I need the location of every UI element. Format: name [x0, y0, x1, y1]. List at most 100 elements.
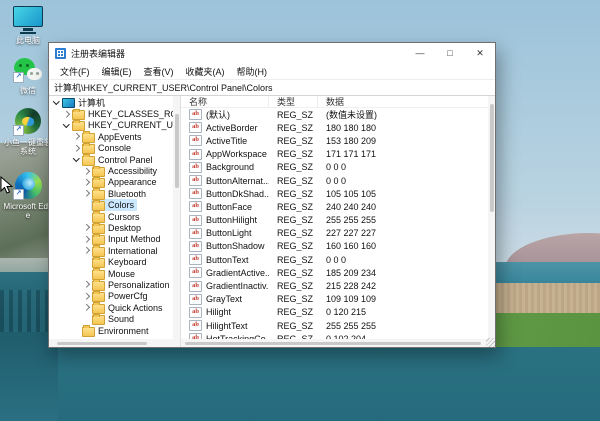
tree-item-label: Appearance	[108, 177, 157, 187]
registry-value-row[interactable]: abButtonTextREG_SZ0 0 0	[181, 253, 495, 266]
tree-item-quick-actions[interactable]: Quick Actions	[49, 302, 180, 313]
tree-item-label: AppEvents	[98, 132, 142, 142]
reg-sz-string-icon: ab	[189, 267, 202, 278]
registry-value-row[interactable]: abGradientActive...REG_SZ185 209 234	[181, 266, 495, 279]
collapse-icon[interactable]	[72, 155, 81, 164]
minimize-button[interactable]: —	[405, 43, 435, 63]
value-name: (默认)	[206, 108, 230, 121]
tree-hscroll-thumb[interactable]	[57, 342, 147, 345]
value-name: ButtonFace	[206, 202, 252, 212]
registry-value-row[interactable]: ab(默认)REG_SZ(数值未设置)	[181, 108, 495, 121]
tree-item-environment[interactable]: Environment	[49, 325, 180, 336]
tree-item-mouse[interactable]: Mouse	[49, 268, 180, 279]
menu-item[interactable]: 帮助(H)	[231, 65, 274, 78]
expand-icon[interactable]	[72, 132, 81, 141]
expand-icon[interactable]	[82, 303, 91, 312]
expand-icon[interactable]	[82, 235, 91, 244]
tree-item-计算机[interactable]: 计算机	[49, 97, 180, 108]
expand-icon[interactable]	[82, 223, 91, 232]
registry-value-row[interactable]: abBackgroundREG_SZ0 0 0	[181, 161, 495, 174]
tree-vscroll-thumb[interactable]	[175, 114, 179, 188]
tree-item-hkey-current-user[interactable]: HKEY_CURRENT_USER	[49, 120, 180, 131]
registry-value-row[interactable]: abButtonShadowREG_SZ160 160 160	[181, 240, 495, 253]
tree-item-hkey-classes-root[interactable]: HKEY_CLASSES_ROOT	[49, 108, 180, 119]
expand-icon[interactable]	[82, 189, 91, 198]
menu-item[interactable]: 查看(V)	[138, 65, 180, 78]
tree-node: Mouse	[91, 268, 138, 280]
expand-icon[interactable]	[62, 110, 71, 119]
tree-item-input-method[interactable]: Input Method	[49, 234, 180, 245]
registry-value-row[interactable]: abGradientInactiv...REG_SZ215 228 242	[181, 279, 495, 292]
close-button[interactable]: ✕	[465, 43, 495, 63]
expand-icon[interactable]	[82, 246, 91, 255]
menu-item[interactable]: 文件(F)	[54, 65, 96, 78]
reg-sz-string-icon: ab	[189, 135, 202, 146]
collapse-icon[interactable]	[62, 121, 71, 130]
tree-node: Appearance	[91, 176, 160, 188]
menu-item[interactable]: 收藏夹(A)	[180, 65, 231, 78]
registry-value-row[interactable]: abHilightREG_SZ0 120 215	[181, 306, 495, 319]
list-vertical-scrollbar[interactable]	[488, 96, 495, 339]
tree-item-keyboard[interactable]: Keyboard	[49, 256, 180, 267]
tree-item-control-panel[interactable]: Control Panel	[49, 154, 180, 165]
registry-value-row[interactable]: abGrayTextREG_SZ109 109 109	[181, 293, 495, 306]
tree-item-colors[interactable]: Colors	[49, 200, 180, 211]
list-hscroll-thumb[interactable]	[185, 342, 481, 345]
value-data: 160 160 160	[318, 241, 495, 251]
registry-values-panel: 名称 类型 数据 ab(默认)REG_SZ(数值未设置)abActiveBord…	[181, 96, 495, 347]
expand-icon[interactable]	[82, 292, 91, 301]
value-type: REG_SZ	[269, 149, 318, 159]
tree-item-personalization[interactable]: Personalization	[49, 279, 180, 290]
desktop-icon-label: 微信	[20, 86, 36, 95]
column-header-data[interactable]: 数据	[318, 96, 495, 107]
tree-item-appearance[interactable]: Appearance	[49, 177, 180, 188]
collapse-icon[interactable]	[52, 98, 61, 107]
tree-item-console[interactable]: Console	[49, 143, 180, 154]
registry-value-row[interactable]: abButtonHilightREG_SZ255 255 255	[181, 214, 495, 227]
maximize-button[interactable]: □	[435, 43, 465, 63]
folder-icon	[92, 235, 105, 245]
tree-item-accessibility[interactable]: Accessibility	[49, 165, 180, 176]
tree-item-cursors[interactable]: Cursors	[49, 211, 180, 222]
desktop-icon-wechat[interactable]: ↗ 微信	[2, 56, 54, 95]
registry-value-row[interactable]: abActiveTitleREG_SZ153 180 209	[181, 134, 495, 147]
tree-item-sound[interactable]: Sound	[49, 313, 180, 324]
address-bar[interactable]: 计算机\HKEY_CURRENT_USER\Control Panel\Colo…	[49, 80, 495, 96]
tree-vertical-scrollbar[interactable]	[173, 96, 180, 339]
desktop-icon-xiaoyu-reinstall[interactable]: ↗ 小鱼一键重装系统	[2, 108, 54, 156]
list-vscroll-thumb[interactable]	[490, 104, 494, 212]
tree-horizontal-scrollbar[interactable]	[49, 339, 180, 347]
tree-item-label: HKEY_CURRENT_USER	[88, 120, 180, 130]
tree-item-desktop[interactable]: Desktop	[49, 222, 180, 233]
column-header-type[interactable]: 类型	[269, 96, 318, 107]
value-type: REG_SZ	[269, 176, 318, 186]
expand-icon[interactable]	[82, 178, 91, 187]
title-bar[interactable]: 注册表编辑器 — □ ✕	[49, 43, 495, 63]
expand-icon[interactable]	[72, 144, 81, 153]
reg-sz-string-icon: ab	[189, 175, 202, 186]
tree-item-powercfg[interactable]: PowerCfg	[49, 291, 180, 302]
tree-item-bluetooth[interactable]: Bluetooth	[49, 188, 180, 199]
expand-icon[interactable]	[82, 167, 91, 176]
registry-value-row[interactable]: abButtonAlternat...REG_SZ0 0 0	[181, 174, 495, 187]
tree-node: Cursors	[91, 211, 143, 223]
registry-value-row[interactable]: abHilightTextREG_SZ255 255 255	[181, 319, 495, 332]
tree-item-appevents[interactable]: AppEvents	[49, 131, 180, 142]
list-horizontal-scrollbar[interactable]	[181, 339, 495, 347]
expand-icon[interactable]	[82, 280, 91, 289]
registry-value-row[interactable]: abButtonFaceREG_SZ240 240 240	[181, 200, 495, 213]
registry-value-row[interactable]: abButtonLightREG_SZ227 227 227	[181, 227, 495, 240]
tree-item-international[interactable]: International	[49, 245, 180, 256]
column-header-name[interactable]: 名称	[181, 96, 269, 107]
registry-value-row[interactable]: abActiveBorderREG_SZ180 180 180	[181, 121, 495, 134]
registry-tree: 计算机HKEY_CLASSES_ROOTHKEY_CURRENT_USER App…	[49, 96, 180, 339]
value-name: HilightText	[206, 321, 248, 331]
tree-node: Input Method	[91, 233, 164, 245]
desktop-icon-this-pc[interactable]: 此电脑	[2, 6, 54, 45]
menu-item[interactable]: 编辑(E)	[96, 65, 138, 78]
resize-grip[interactable]	[486, 338, 495, 347]
registry-value-row[interactable]: abHotTrackingCo...REG_SZ0 102 204	[181, 332, 495, 339]
tree-node: Quick Actions	[91, 302, 166, 314]
registry-value-row[interactable]: abAppWorkspaceREG_SZ171 171 171	[181, 148, 495, 161]
registry-value-row[interactable]: abButtonDkShad...REG_SZ105 105 105	[181, 187, 495, 200]
